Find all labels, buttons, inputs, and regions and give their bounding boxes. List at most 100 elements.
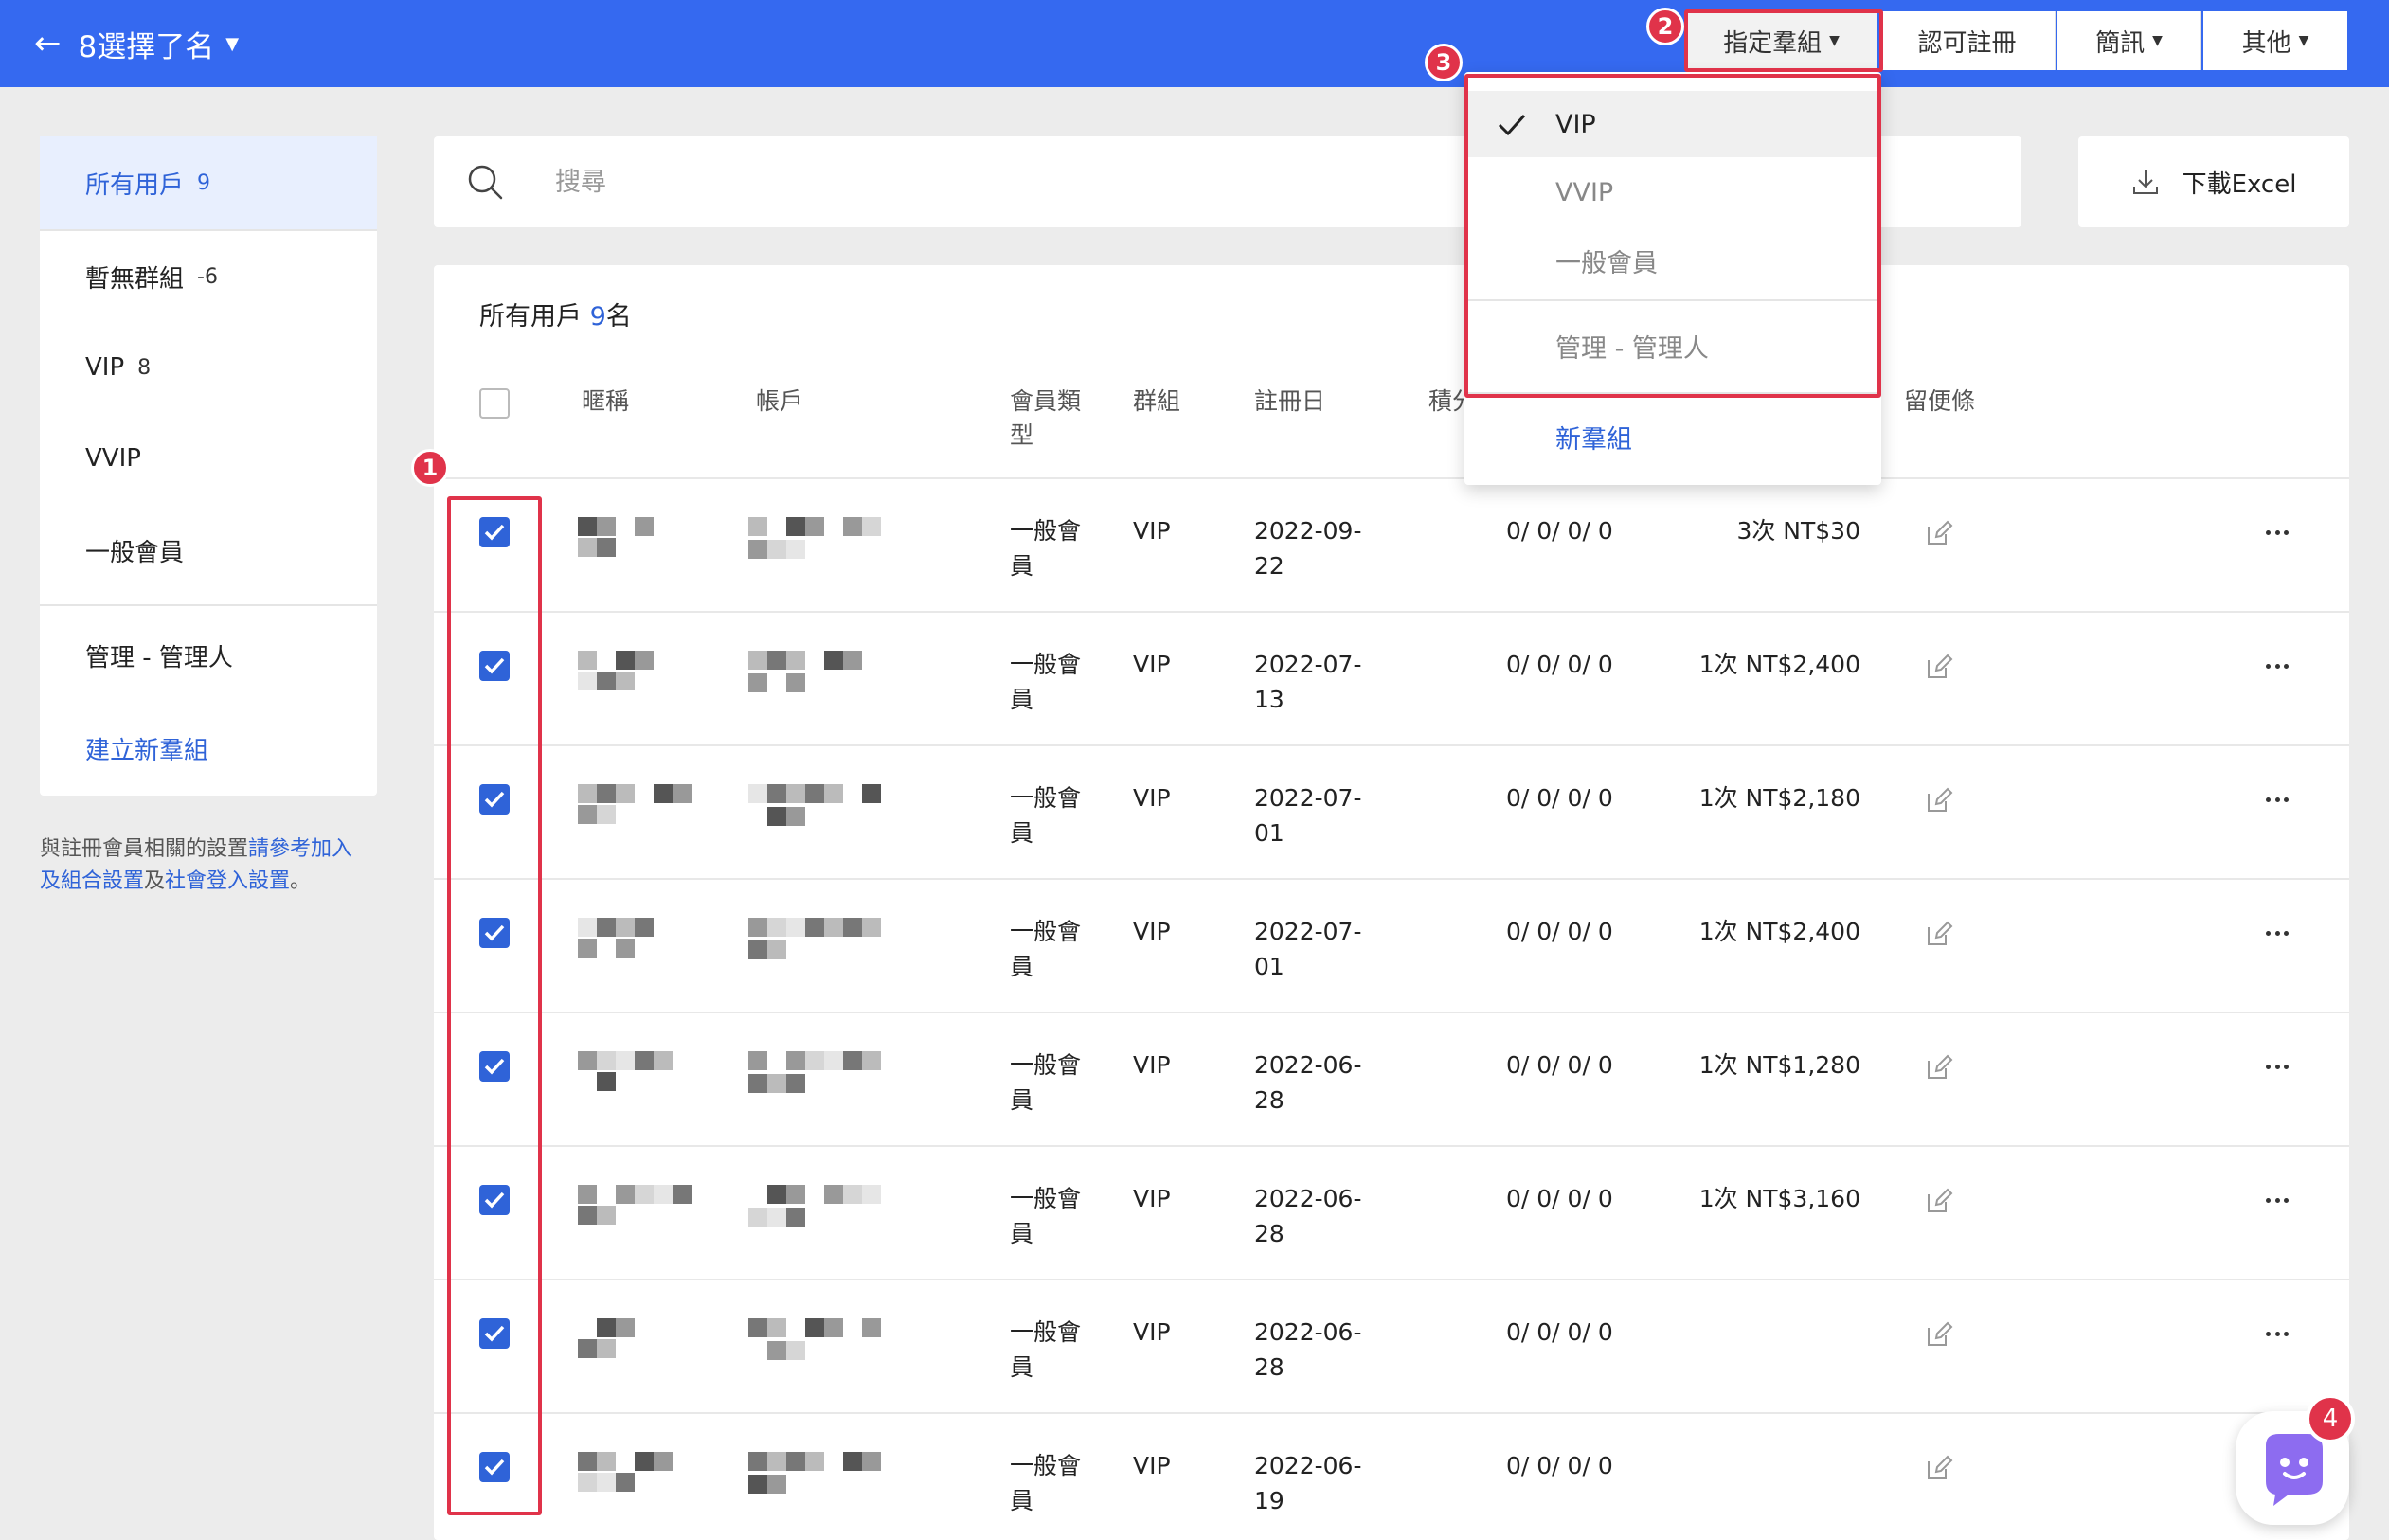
sidebar-item-vip[interactable]: VIP 8 [40, 322, 377, 413]
more-options-icon[interactable] [2266, 1324, 2289, 1343]
edit-note-icon[interactable] [1925, 1320, 1953, 1349]
selection-back-button[interactable]: ← 8選擇了名 ▼ [34, 21, 239, 66]
redacted-pixel [597, 918, 616, 937]
create-group-link[interactable]: 建立新羣組 [40, 703, 377, 794]
redacted-pixel [635, 1051, 654, 1070]
redacted-pixel [786, 1341, 805, 1360]
sidebar-item-admin[interactable]: 管理 - 管理人 [40, 612, 377, 699]
sidebar-item-general-member[interactable]: 一般會員 [40, 504, 377, 597]
redacted-pixel [616, 918, 635, 937]
redacted-pixel [654, 1452, 673, 1471]
edit-note-icon[interactable] [1925, 1454, 1953, 1482]
sidebar-item-label: 所有用戶 [85, 170, 185, 200]
redacted-pixel [578, 1051, 597, 1070]
redacted-pixel [635, 1185, 654, 1204]
purchase-summary-cell: 1次 NT$2,180 [1698, 784, 1860, 812]
redacted-pixel [578, 651, 597, 670]
table-row[interactable]: 一般會員 VIP 2022-09-22 0/ 0/ 0/ 0 3次 NT$30 [434, 479, 2349, 611]
table-row[interactable]: 一般會員 VIP 2022-07-01 0/ 0/ 0/ 0 1次 NT$2,400 [434, 880, 2349, 1012]
table-row[interactable]: 一般會員 VIP 2022-07-13 0/ 0/ 0/ 0 1次 NT$2,400 [434, 613, 2349, 744]
other-button[interactable]: 其他 ▼ [2203, 11, 2347, 70]
sidebar-item-all-users[interactable]: 所有用戶 9 [40, 136, 377, 229]
register-date-cell: 2022-07-13 [1254, 651, 1362, 713]
more-options-icon[interactable] [2266, 1191, 2289, 1209]
redacted-pixel [767, 1318, 786, 1337]
more-options-icon[interactable] [2266, 523, 2289, 542]
more-options-icon[interactable] [2266, 656, 2289, 675]
annotation-badge-2: 2 [1646, 8, 1684, 45]
redacted-pixel [843, 1452, 862, 1471]
social-login-settings-link[interactable]: 社會登入設置 [165, 869, 290, 893]
redacted-pixel [862, 1318, 881, 1337]
redacted-pixel [767, 1185, 786, 1204]
register-date-cell: 2022-06-28 [1254, 1185, 1362, 1247]
group-cell: VIP [1133, 1185, 1171, 1212]
redacted-pixel [767, 784, 786, 803]
redacted-pixel [578, 1206, 597, 1225]
points-cell: 0/ 0/ 0/ 0 [1506, 784, 1613, 812]
redacted-pixel [578, 1185, 597, 1204]
more-options-icon[interactable] [2266, 790, 2289, 809]
sms-button[interactable]: 簡訊 ▼ [2057, 11, 2201, 70]
edit-note-icon[interactable] [1925, 653, 1953, 681]
more-options-icon[interactable] [2266, 1057, 2289, 1076]
annotation-box-group-options [1464, 74, 1881, 398]
redacted-pixel [616, 672, 635, 690]
redacted-pixel [767, 651, 786, 670]
table-row[interactable]: 一般會員 VIP 2022-07-01 0/ 0/ 0/ 0 1次 NT$2,180 [434, 746, 2349, 878]
table-row[interactable]: 一般會員 VIP 2022-06-28 0/ 0/ 0/ 0 1次 NT$3,160 [434, 1147, 2349, 1279]
edit-note-icon[interactable] [1925, 1187, 1953, 1215]
sidebar-item-label: 管理 - 管理人 [85, 643, 233, 672]
redacted-pixel [748, 1074, 767, 1093]
group-cell: VIP [1133, 517, 1171, 545]
more-options-icon[interactable] [2266, 923, 2289, 942]
column-header-nickname[interactable]: 暱稱 [582, 385, 629, 419]
redacted-pixel [824, 1185, 843, 1204]
redacted-pixel [578, 784, 597, 803]
select-all-checkbox[interactable] [479, 388, 510, 419]
redacted-pixel [597, 1072, 616, 1091]
redacted-pixel [616, 651, 635, 670]
redacted-pixel [597, 1339, 616, 1358]
points-cell: 0/ 0/ 0/ 0 [1506, 1452, 1613, 1479]
approve-registration-button[interactable]: 認可註冊 [1879, 11, 2056, 70]
redacted-pixel [786, 784, 805, 803]
edit-note-icon[interactable] [1925, 1053, 1953, 1082]
chat-notification-badge: 4 [2306, 1394, 2355, 1443]
sidebar-item-label: 一般會員 [85, 538, 185, 567]
redacted-pixel [748, 1475, 767, 1494]
group-cell: VIP [1133, 918, 1171, 945]
redacted-pixel [597, 538, 616, 557]
redacted-pixel [862, 918, 881, 937]
approve-registration-label: 認可註冊 [1917, 28, 2017, 58]
edit-note-icon[interactable] [1925, 920, 1953, 948]
redacted-pixel [824, 651, 843, 670]
column-header-register-date[interactable]: 註冊日 [1254, 385, 1325, 419]
redacted-pixel [748, 517, 767, 536]
edit-note-icon[interactable] [1925, 786, 1953, 815]
redacted-pixel [767, 940, 786, 959]
redacted-pixel [767, 1341, 786, 1360]
sidebar-item-no-group[interactable]: 暫無群組 -6 [40, 231, 377, 322]
download-excel-button[interactable]: 下載Excel [2078, 136, 2349, 227]
column-header-notes[interactable]: 留便條 [1904, 385, 1975, 419]
table-row[interactable]: 一般會員 VIP 2022-06-19 0/ 0/ 0/ 0 [434, 1414, 2349, 1540]
redacted-pixel [616, 1051, 635, 1070]
edit-note-icon[interactable] [1925, 519, 1953, 547]
redacted-pixel [805, 1318, 824, 1337]
column-header-member-type[interactable]: 會員類型 [1010, 385, 1089, 453]
table-row[interactable]: 一般會員 VIP 2022-06-28 0/ 0/ 0/ 0 1次 NT$1,280 [434, 1013, 2349, 1145]
member-type-cell: 一般會員 [1010, 1185, 1082, 1247]
points-cell: 0/ 0/ 0/ 0 [1506, 1051, 1613, 1079]
column-header-account[interactable]: 帳戶 [756, 385, 803, 419]
dropdown-new-group[interactable]: 新羣組 [1464, 403, 1881, 470]
list-title: 所有用戶 9名 [479, 295, 632, 332]
redacted-pixel [767, 1452, 786, 1471]
group-cell: VIP [1133, 1318, 1171, 1346]
redacted-pixel [767, 540, 786, 559]
sidebar-item-count: -6 [197, 264, 218, 289]
table-row[interactable]: 一般會員 VIP 2022-06-28 0/ 0/ 0/ 0 [434, 1280, 2349, 1412]
sidebar-item-vvip[interactable]: VVIP [40, 413, 377, 504]
column-header-group[interactable]: 群組 [1133, 385, 1180, 419]
back-arrow-icon: ← [34, 25, 62, 63]
